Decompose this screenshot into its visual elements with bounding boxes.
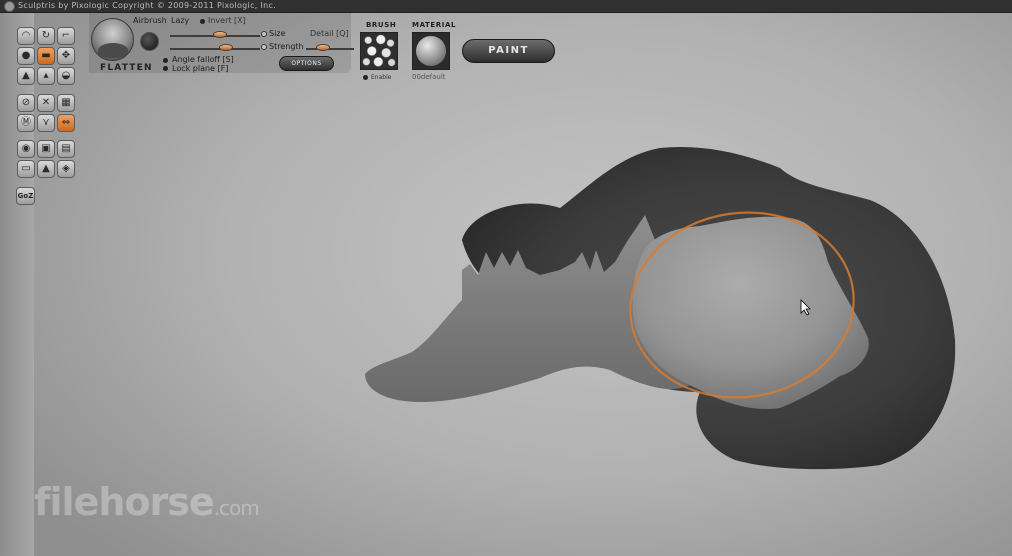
detail-slider-knob[interactable] [315, 44, 330, 51]
airbrush-toggle[interactable]: Airbrush [133, 16, 167, 26]
inflate-icon[interactable]: ● [17, 47, 35, 65]
strength-radio-icon[interactable] [261, 44, 267, 50]
alpha-preview-icon[interactable] [140, 32, 159, 51]
watermark-suffix: .com [213, 496, 260, 520]
paint-button[interactable]: PAINT [462, 39, 555, 63]
goz-button[interactable]: GoZ [16, 187, 35, 205]
mask-icon[interactable]: ⊘ [17, 94, 35, 112]
crease-icon[interactable]: ▲ [17, 67, 35, 85]
strength-slider[interactable] [170, 48, 260, 50]
brush-enable-toggle[interactable]: Enable [371, 73, 391, 83]
size-slider-knob[interactable] [212, 31, 227, 38]
lock-plane-toggle[interactable]: Lock plane [F] [172, 64, 228, 74]
brush-name: FLATTEN [100, 63, 153, 73]
brush-texture-swatch[interactable] [360, 32, 398, 70]
size-label: Size [269, 29, 286, 38]
plane-icon[interactable]: ▭ [17, 160, 35, 178]
grab-icon[interactable]: ✥ [57, 47, 75, 65]
strength-label: Strength [269, 42, 304, 51]
watermark-main: filehorse [34, 480, 215, 524]
strength-slider-knob[interactable] [218, 44, 233, 51]
hide-icon[interactable]: ◈ [57, 160, 75, 178]
filehorse-watermark: filehorse.com [34, 480, 260, 524]
sculpt-model[interactable] [365, 146, 956, 470]
wireframe-icon[interactable]: Ⓜ [17, 114, 35, 132]
size-radio-icon[interactable] [261, 31, 267, 37]
mirror-icon[interactable]: ⇔ [57, 114, 75, 132]
detail-label: Detail [Q] [310, 29, 349, 38]
rotate-icon[interactable]: ↻ [37, 27, 55, 45]
material-swatch[interactable] [412, 32, 450, 70]
reduce-brush-icon[interactable]: ✕ [37, 94, 55, 112]
angle-falloff-radio-icon[interactable] [163, 58, 168, 63]
scale-icon[interactable]: ⌐ [57, 27, 75, 45]
invert-toggle[interactable]: Invert [X] [208, 16, 246, 26]
reduce-selected-icon[interactable]: ▦ [57, 94, 75, 112]
invert-radio-icon[interactable] [200, 19, 205, 24]
material-header: MATERIAL [412, 21, 457, 29]
draw-icon[interactable]: ◠ [17, 27, 35, 45]
symmetry-icon[interactable]: ⋎ [37, 114, 55, 132]
brush-preview-icon[interactable] [91, 18, 134, 61]
material-name: 00default [412, 73, 446, 81]
lock-plane-radio-icon[interactable] [163, 66, 168, 71]
options-button[interactable]: OPTIONS [279, 56, 334, 71]
fill-icon[interactable]: ▲ [37, 160, 55, 178]
pinch-icon[interactable]: ▴ [37, 67, 55, 85]
sphere-icon[interactable]: ◉ [17, 140, 35, 158]
smooth-icon[interactable]: ◒ [57, 67, 75, 85]
brush-header: BRUSH [366, 21, 397, 29]
lazy-toggle[interactable]: Lazy [171, 16, 189, 26]
camera-front-icon[interactable]: ▣ [37, 140, 55, 158]
viewport[interactable] [0, 0, 1012, 556]
camera-side-icon[interactable]: ▤ [57, 140, 75, 158]
detail-slider[interactable] [306, 48, 354, 50]
enable-radio-icon[interactable] [363, 75, 368, 80]
flatten-icon[interactable]: ▬ [37, 47, 55, 65]
